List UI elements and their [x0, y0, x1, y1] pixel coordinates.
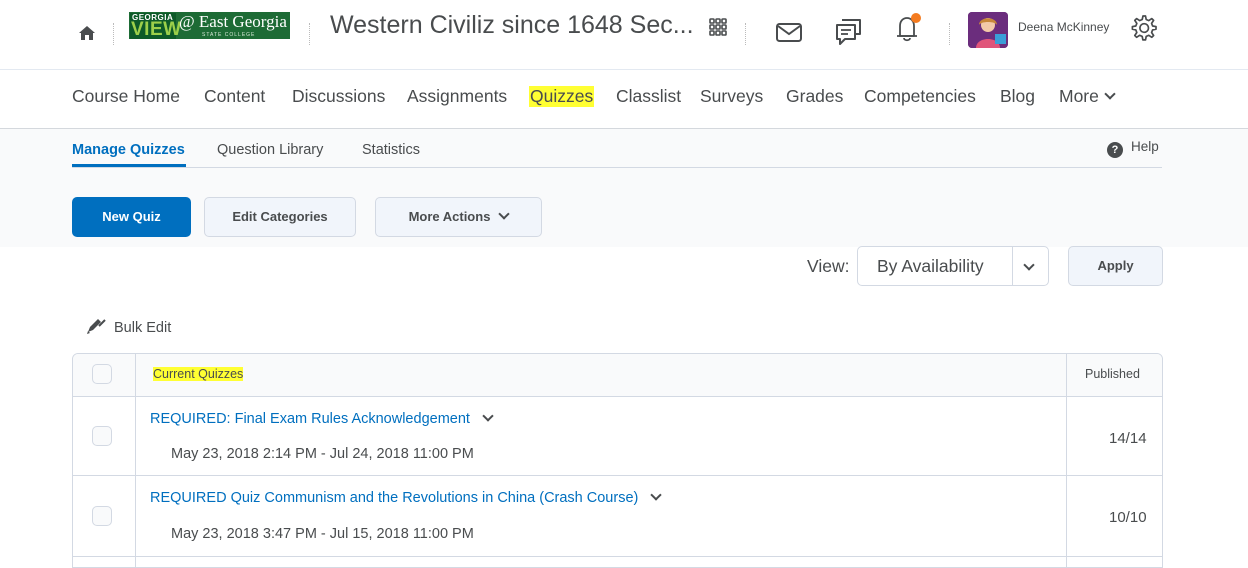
tab-question-library[interactable]: Question Library	[217, 142, 323, 158]
active-tab-indicator	[72, 164, 186, 167]
separator	[113, 23, 115, 45]
course-title[interactable]: Western Civiliz since 1648 Sec...	[330, 11, 694, 40]
tab-statistics[interactable]: Statistics	[362, 142, 420, 158]
nav-item-blog[interactable]: Blog	[1000, 86, 1035, 107]
bulk-edit-button[interactable]: Bulk Edit	[86, 317, 171, 336]
logo-sub-text: STATE COLLEGE	[202, 32, 256, 38]
tab-manage-quizzes[interactable]: Manage Quizzes	[72, 142, 185, 158]
settings-gear-icon[interactable]	[1127, 12, 1159, 44]
quiz-availability-dates: May 23, 2018 2:14 PM - Jul 24, 2018 11:0…	[171, 446, 474, 462]
select-divider	[1012, 247, 1013, 285]
row-divider	[73, 556, 1162, 557]
help-icon: ?	[1107, 142, 1123, 158]
chevron-down-icon[interactable]	[482, 410, 494, 422]
minibar-divider	[0, 69, 1248, 70]
edit-categories-button[interactable]: Edit Categories	[204, 197, 356, 237]
quiz-title: REQUIRED: Final Exam Rules Acknowledgeme…	[150, 411, 470, 427]
nav-item-course-home[interactable]: Course Home	[72, 86, 180, 107]
more-actions-label: More Actions	[408, 209, 491, 224]
mail-icon[interactable]	[773, 18, 805, 50]
logo-name-text: @ East Georgia	[179, 12, 287, 31]
chevron-down-icon[interactable]	[650, 489, 663, 501]
logo-view-block: GEORGIA VIEW	[130, 13, 181, 39]
row-checkbox[interactable]	[92, 426, 112, 446]
quiz-title-link[interactable]: REQUIRED Quiz Communism and the Revoluti…	[150, 489, 663, 506]
nav-item-quizzes[interactable]: Quizzes	[529, 86, 595, 107]
separator	[309, 23, 311, 45]
nav-item-assignments[interactable]: Assignments	[407, 86, 507, 107]
message-alerts-icon[interactable]	[833, 16, 865, 48]
separator	[949, 23, 951, 45]
bulk-edit-pencil-icon	[87, 319, 106, 334]
separator	[745, 23, 747, 45]
user-name[interactable]: Deena McKinney	[1018, 20, 1109, 34]
more-actions-button[interactable]: More Actions	[375, 197, 542, 237]
column-header-published: Published	[1085, 367, 1140, 381]
nav-item-classlist[interactable]: Classlist	[616, 86, 681, 107]
chevron-down-icon	[1104, 88, 1116, 100]
bulk-edit-label: Bulk Edit	[114, 320, 172, 336]
quizzes-table: Current Quizzes Published REQUIRED: Fina…	[72, 353, 1163, 568]
table-row: REQUIRED: Final Exam Rules Acknowledgeme…	[73, 397, 1162, 476]
course-selector-grid-icon[interactable]	[702, 13, 734, 45]
chevron-down-icon	[1023, 259, 1035, 271]
nav-item-content[interactable]: Content	[204, 86, 265, 107]
nav-more-menu[interactable]: More	[1059, 86, 1116, 107]
new-quiz-button[interactable]: New Quiz	[72, 197, 191, 237]
nav-item-discussions[interactable]: Discussions	[292, 86, 385, 107]
table-header: Current Quizzes Published	[73, 354, 1162, 397]
minibar: GEORGIA VIEW @ East Georgia STATE COLLEG…	[0, 0, 1248, 70]
chevron-down-icon	[498, 208, 511, 220]
quiz-published-count: 14/14	[1109, 430, 1147, 447]
view-select-value: By Availability	[877, 256, 984, 276]
view-label: View:	[807, 256, 850, 276]
quiz-title-link[interactable]: REQUIRED: Final Exam Rules Acknowledgeme…	[150, 410, 494, 427]
quiz-availability-dates: May 23, 2018 3:47 PM - Jul 15, 2018 11:0…	[171, 526, 474, 542]
help-link[interactable]: ? Help	[1107, 139, 1159, 158]
table-row: REQUIRED Quiz Communism and the Revoluti…	[73, 476, 1162, 556]
quiz-published-count: 10/10	[1109, 509, 1147, 526]
nav-item-surveys[interactable]: Surveys	[700, 86, 763, 107]
nav-item-grades[interactable]: Grades	[786, 86, 843, 107]
select-all-checkbox[interactable]	[92, 364, 112, 384]
apply-button[interactable]: Apply	[1068, 246, 1163, 286]
view-select[interactable]: By Availability	[857, 246, 1049, 286]
logo-view-text: VIEW	[131, 19, 182, 39]
row-checkbox[interactable]	[92, 506, 112, 526]
tabs-divider	[72, 167, 1162, 168]
org-logo[interactable]: GEORGIA VIEW @ East Georgia STATE COLLEG…	[129, 12, 290, 39]
help-label: Help	[1131, 139, 1159, 154]
home-icon[interactable]	[76, 22, 98, 44]
quiz-title: REQUIRED Quiz Communism and the Revoluti…	[150, 490, 639, 506]
nav-more-label: More	[1059, 86, 1099, 106]
nav-item-competencies[interactable]: Competencies	[864, 86, 976, 107]
notification-bell-icon[interactable]	[891, 11, 923, 43]
avatar[interactable]	[968, 12, 1008, 48]
column-header-current-quizzes[interactable]: Current Quizzes	[153, 367, 244, 381]
